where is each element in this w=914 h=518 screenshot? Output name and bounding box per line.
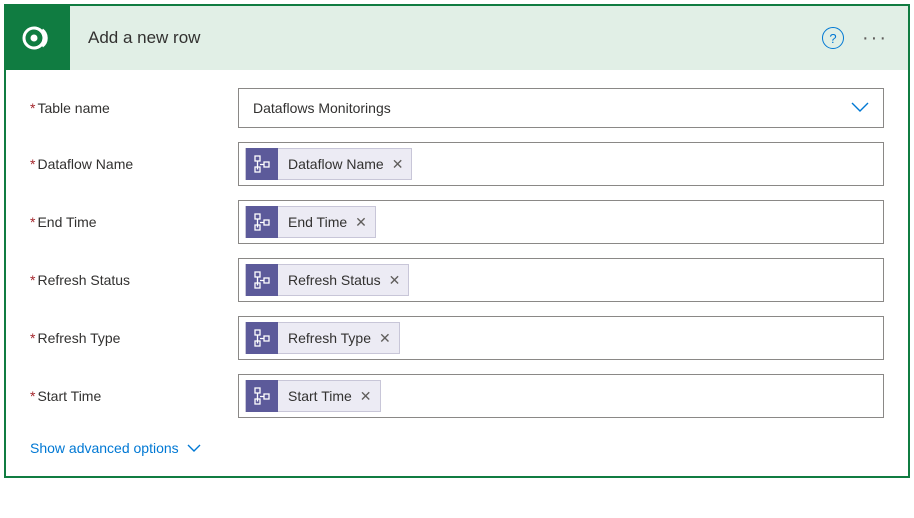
refresh-type-input[interactable]: Refresh Type ✕ (238, 316, 884, 360)
dataflow-name-input[interactable]: Dataflow Name ✕ (238, 142, 884, 186)
field-label: *Refresh Status (30, 272, 238, 288)
token-label: Start Time (288, 388, 352, 404)
field-row-table-name: *Table name Dataflows Monitorings (30, 88, 884, 128)
dynamic-token[interactable]: Refresh Type ✕ (245, 322, 400, 354)
chevron-down-icon (851, 100, 869, 116)
field-row-dataflow-name: *Dataflow Name Dataflow Name ✕ (30, 142, 884, 186)
chevron-down-icon (187, 440, 201, 456)
workflow-icon (246, 380, 278, 412)
action-card: Add a new row ? ··· *Table name Dataflow… (4, 4, 910, 478)
field-label: *End Time (30, 214, 238, 230)
refresh-status-input[interactable]: Refresh Status ✕ (238, 258, 884, 302)
field-label: *Refresh Type (30, 330, 238, 346)
advanced-label: Show advanced options (30, 440, 179, 456)
more-menu-icon[interactable]: ··· (862, 33, 894, 43)
field-label: *Start Time (30, 388, 238, 404)
dynamic-token[interactable]: End Time ✕ (245, 206, 376, 238)
connector-icon (6, 6, 70, 70)
dynamic-token[interactable]: Start Time ✕ (245, 380, 381, 412)
remove-token-icon[interactable]: ✕ (379, 330, 391, 347)
field-row-refresh-type: *Refresh Type Refresh Type ✕ (30, 316, 884, 360)
workflow-icon (246, 206, 278, 238)
remove-token-icon[interactable]: ✕ (355, 214, 367, 231)
card-title: Add a new row (70, 28, 822, 48)
workflow-icon (246, 322, 278, 354)
card-body: *Table name Dataflows Monitorings *Dataf… (6, 70, 908, 476)
token-label: Refresh Status (288, 272, 381, 288)
start-time-input[interactable]: Start Time ✕ (238, 374, 884, 418)
token-label: Refresh Type (288, 330, 371, 346)
card-header: Add a new row ? ··· (6, 6, 908, 70)
header-actions: ? ··· (822, 27, 894, 49)
field-label: *Table name (30, 100, 238, 116)
field-label: *Dataflow Name (30, 156, 238, 172)
show-advanced-options-link[interactable]: Show advanced options (30, 440, 201, 456)
select-value: Dataflows Monitorings (253, 100, 391, 116)
token-label: Dataflow Name (288, 156, 384, 172)
table-name-select[interactable]: Dataflows Monitorings (238, 88, 884, 128)
remove-token-icon[interactable]: ✕ (392, 156, 404, 173)
help-icon[interactable]: ? (822, 27, 844, 49)
field-row-refresh-status: *Refresh Status Refresh Status ✕ (30, 258, 884, 302)
workflow-icon (246, 148, 278, 180)
dynamic-token[interactable]: Refresh Status ✕ (245, 264, 409, 296)
workflow-icon (246, 264, 278, 296)
field-row-start-time: *Start Time Start Time ✕ (30, 374, 884, 418)
remove-token-icon[interactable]: ✕ (360, 388, 372, 405)
field-row-end-time: *End Time End Time ✕ (30, 200, 884, 244)
dynamic-token[interactable]: Dataflow Name ✕ (245, 148, 412, 180)
remove-token-icon[interactable]: ✕ (389, 272, 401, 289)
dataverse-icon (20, 20, 56, 56)
token-label: End Time (288, 214, 347, 230)
end-time-input[interactable]: End Time ✕ (238, 200, 884, 244)
